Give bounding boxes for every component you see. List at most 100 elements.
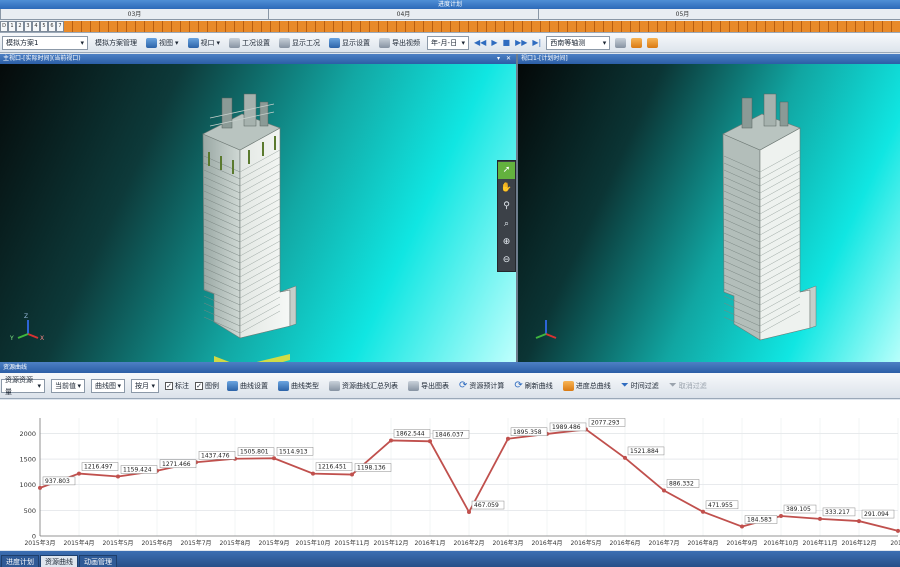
main-viewport-title: 主视口-[实际时间](当前视口) — [3, 55, 81, 62]
secondary-viewport-header: 视口1-[计划时间] — [518, 54, 900, 64]
data-label: 2077.293 — [591, 419, 620, 426]
axis-gizmo-icon — [535, 320, 557, 339]
timeline-nav-button[interactable]: 1 — [8, 21, 16, 32]
x-tick-label: 2015年12月 — [374, 539, 409, 547]
progress-curve-button[interactable]: 进度总曲线 — [561, 378, 613, 393]
chart-type-select[interactable]: 曲线图 ▾ — [91, 378, 125, 393]
work-settings-button[interactable]: 工况设置 — [227, 35, 272, 50]
export-video-button[interactable]: 导出视频 — [377, 35, 422, 50]
play-icon[interactable]: ▶ — [491, 38, 497, 47]
timeline-nav-button[interactable]: 6 — [48, 21, 56, 32]
video-icon — [379, 37, 391, 48]
x-tick-label: 2015年5月 — [102, 539, 133, 547]
data-label: 471.955 — [708, 502, 733, 509]
zoom-in-icon[interactable]: ⊕ — [498, 234, 515, 251]
rewind-icon[interactable]: ◀◀ — [474, 38, 486, 47]
data-point — [662, 488, 666, 493]
scheme-select-value: 模拟方案1 — [6, 38, 39, 47]
tab-resource-curve[interactable]: 资源曲线 — [40, 555, 78, 567]
refresh-curve-button[interactable]: ⟳ 刷新曲线 — [512, 378, 554, 393]
secondary-3d-viewport[interactable] — [518, 64, 900, 362]
data-point — [896, 528, 900, 533]
annotation-checkbox[interactable]: ✓ 标注 — [165, 381, 189, 391]
pan-hand-icon[interactable]: ✋ — [498, 180, 515, 197]
cancel-filter-button[interactable]: ⏷ 取消过滤 — [667, 378, 709, 393]
value-type-select[interactable]: 当前值 ▾ — [51, 378, 85, 393]
data-point — [428, 439, 432, 444]
settings-icon — [229, 37, 241, 48]
date-format-select[interactable]: 年-月-日 ▾ — [427, 35, 470, 50]
data-label: 886.332 — [669, 481, 694, 488]
monitor-icon — [146, 37, 157, 48]
export-chart-button[interactable]: 导出图表 — [406, 378, 451, 393]
curve-type-button[interactable]: 曲线类型 — [276, 378, 321, 393]
building-model: Z X Y — [9, 93, 297, 362]
tab-animation-manage[interactable]: 动画管理 — [79, 555, 117, 567]
layout-icon[interactable] — [615, 37, 627, 48]
list-icon — [329, 380, 340, 391]
timeline-nav-button[interactable]: 5 — [40, 21, 48, 32]
tab-progress-plan[interactable]: 进度计划 — [1, 555, 39, 567]
data-label: 1521.884 — [630, 448, 659, 455]
timeline-nav-buttons: D 1 2 3 4 5 6 7 — [0, 21, 64, 32]
legend-checkbox[interactable]: ✓ 图例 — [195, 381, 219, 391]
chevron-down-icon: ▾ — [117, 381, 121, 390]
select-pointer-icon[interactable]: ➚ — [498, 162, 515, 179]
timeline-nav-button[interactable]: 3 — [24, 21, 32, 32]
chevron-down-icon: ▾ — [175, 38, 179, 47]
progress-chart-icon — [562, 380, 574, 391]
stop-icon[interactable]: ■ — [503, 38, 511, 47]
timeline-bar[interactable]: 03月 04月 05月 D 1 2 3 4 5 6 7 — [0, 9, 900, 33]
axis-gizmo-icon: Z X Y — [9, 313, 44, 342]
resource-type-select[interactable]: 资源资源量 ▾ — [1, 376, 45, 396]
viewport-button[interactable]: 视口 ▾ — [186, 35, 223, 50]
chevron-down-icon: ▾ — [37, 381, 41, 390]
chart-settings-icon — [227, 380, 238, 391]
viewport-window-controls[interactable]: ▾ ✕ — [497, 54, 513, 64]
legend-label: 图例 — [205, 381, 219, 390]
data-label: 467.059 — [474, 502, 499, 509]
period-select[interactable]: 按月 ▾ — [131, 378, 159, 393]
main-viewport-header: 主视口-[实际时间](当前视口) ▾ ✕ — [0, 54, 516, 64]
zoom-icon[interactable]: ⌕ — [498, 216, 515, 233]
data-point — [623, 455, 627, 460]
display-settings-button[interactable]: 显示设置 — [327, 35, 372, 50]
orbit-icon[interactable]: ⚲ — [498, 198, 515, 215]
scheme-select[interactable]: 模拟方案1 ▾ — [2, 35, 88, 50]
resource-curve-chart[interactable]: 0 500 1000 1500 2000 2015年3月 2015年4月 2015年5月 201… — [0, 400, 900, 550]
curve-settings-button[interactable]: 曲线设置 — [225, 378, 270, 393]
data-label: 1437.476 — [201, 452, 230, 459]
y-tick-label: 1000 — [19, 481, 36, 489]
timeline-nav-button[interactable]: 7 — [56, 21, 64, 32]
data-label: 1895.358 — [513, 429, 542, 436]
svg-text:Y: Y — [9, 335, 14, 342]
legend-icon[interactable] — [647, 37, 659, 48]
filter-icon: ⏷ — [620, 380, 629, 391]
chevron-down-icon: ▾ — [461, 38, 466, 47]
scheme-manage-button[interactable]: 模拟方案管理 — [93, 35, 139, 50]
x-tick-label: 2016年6月 — [609, 539, 640, 547]
data-label: 184.583 — [747, 517, 772, 524]
main-3d-viewport[interactable]: Z X Y — [0, 64, 516, 362]
resource-calc-button[interactable]: ⟳ 资源预计算 — [457, 378, 506, 393]
timeline-nav-button[interactable]: 2 — [16, 21, 24, 32]
secondary-viewport-title: 视口1-[计划时间] — [521, 55, 568, 62]
zoom-out-icon[interactable]: ⊖ — [498, 252, 515, 269]
display-settings-label: 显示设置 — [342, 38, 371, 47]
color-palette-icon[interactable] — [631, 37, 643, 48]
step-end-icon[interactable]: ▶| — [532, 38, 541, 47]
show-work-button[interactable]: 显示工况 — [277, 35, 322, 50]
timeline-nav-button[interactable]: D — [0, 21, 8, 32]
summary-list-button[interactable]: 资源曲线汇总列表 — [327, 378, 400, 393]
view-direction-select[interactable]: 西南等轴测 ▾ — [546, 35, 611, 50]
data-point — [272, 456, 276, 461]
timeline-nav-button[interactable]: 4 — [32, 21, 40, 32]
timeline-month: 04月 — [268, 9, 538, 20]
time-filter-button[interactable]: ⏷ 时间过滤 — [619, 378, 661, 393]
fast-forward-icon[interactable]: ▶▶ — [515, 38, 527, 47]
view-button[interactable]: 视图 ▾ — [144, 35, 181, 50]
resource-calc-label: 资源预计算 — [469, 381, 505, 390]
refresh-icon: ⟳ — [459, 380, 468, 391]
timeline-progress-strip[interactable] — [64, 21, 900, 32]
x-tick-label: 2016年12月 — [842, 539, 877, 547]
